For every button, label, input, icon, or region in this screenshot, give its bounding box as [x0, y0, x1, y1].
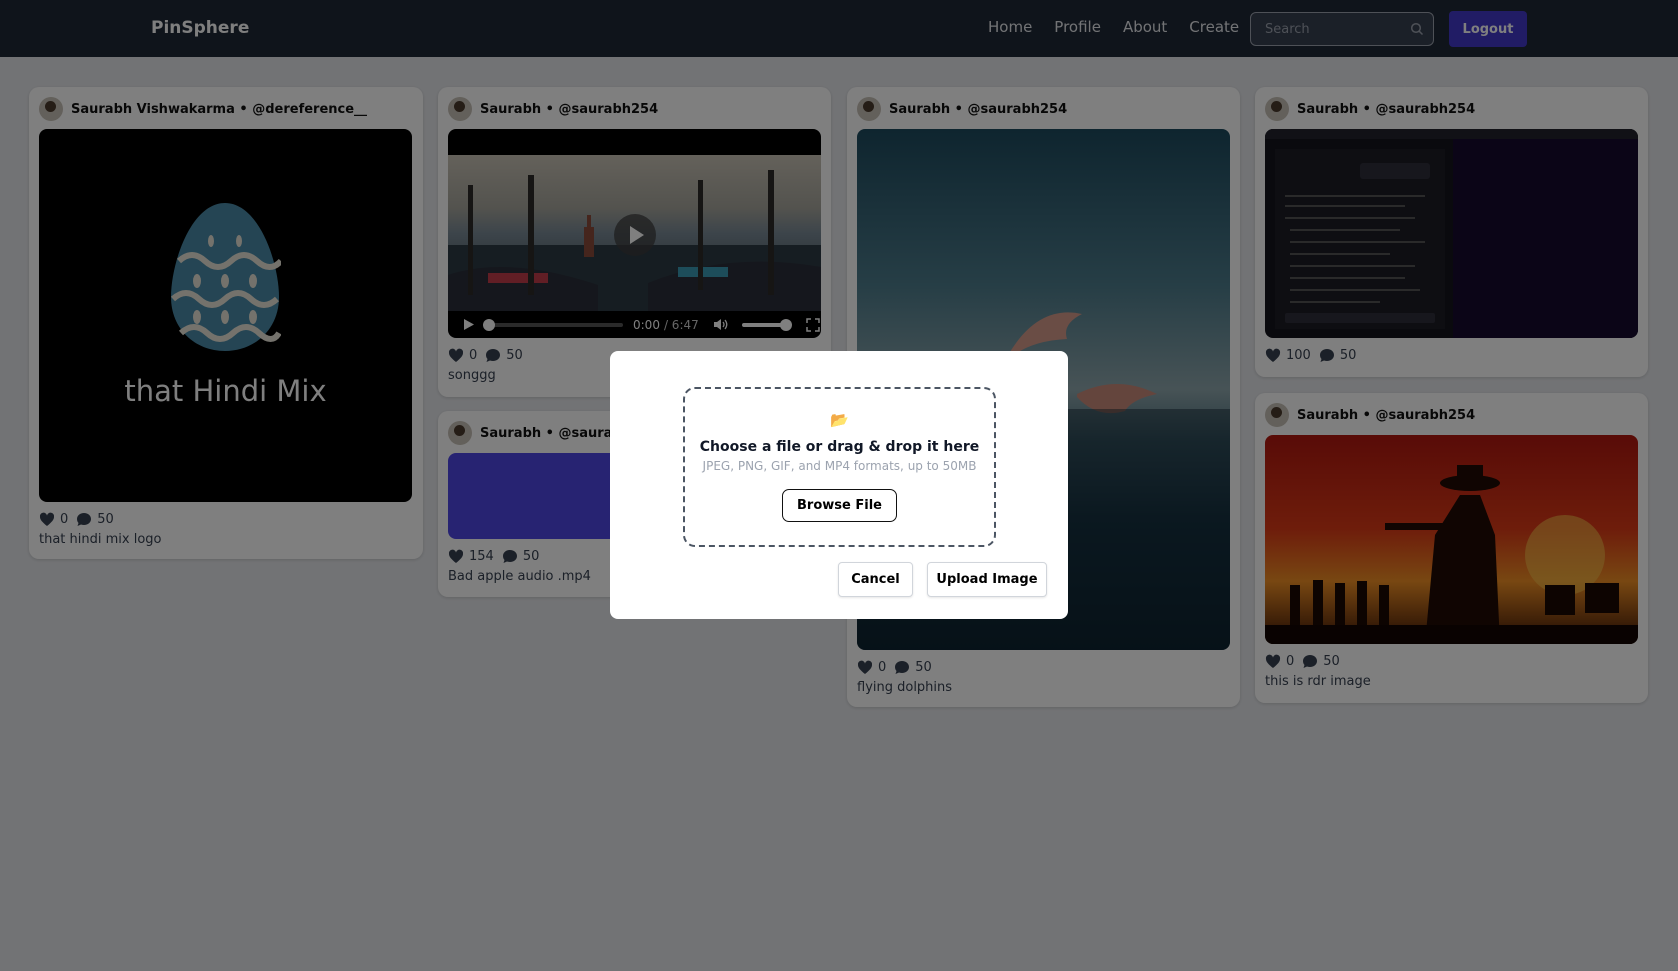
cancel-button[interactable]: Cancel: [838, 562, 913, 597]
upload-image-button[interactable]: Upload Image: [927, 562, 1047, 597]
upload-modal: 📂 Choose a file or drag & drop it here J…: [610, 351, 1068, 619]
dropzone-title: Choose a file or drag & drop it here: [699, 439, 980, 455]
file-dropzone[interactable]: 📂 Choose a file or drag & drop it here J…: [683, 387, 996, 547]
folder-icon: 📂: [830, 411, 849, 429]
browse-file-button[interactable]: Browse File: [782, 489, 897, 522]
dropzone-subtitle: JPEG, PNG, GIF, and MP4 formats, up to 5…: [702, 459, 977, 473]
